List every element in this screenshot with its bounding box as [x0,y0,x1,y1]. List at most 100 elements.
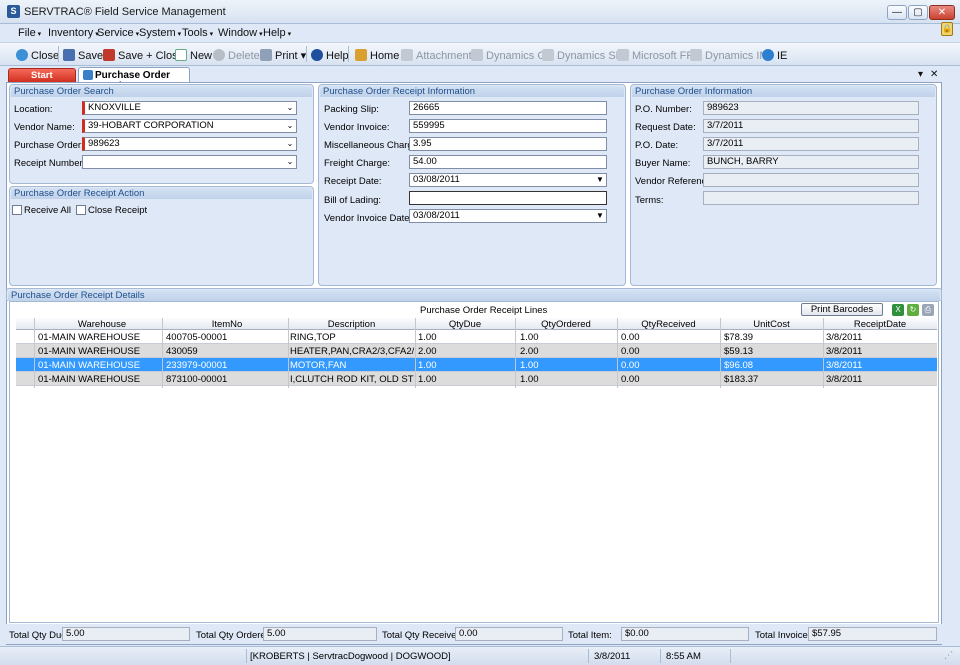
freight-charge-input[interactable]: 54.00 [409,155,607,169]
column-header-warehouse[interactable]: Warehouse [38,319,166,330]
tab-list-icon[interactable]: ▾ [918,69,923,80]
status-bar: [KROBERTS | ServtracDogwood | DOGWOOD] 3… [0,646,960,665]
total-qty-ordered-label: Total Qty Ordered: [196,630,274,641]
receipt-action-section: Purchase Order Receipt Action [9,186,314,286]
misc-charge-input[interactable]: 3.95 [409,137,607,151]
receipt-number-label: Receipt Number: [14,158,86,169]
minimize-button[interactable]: — [887,5,907,20]
column-header-itemno[interactable]: ItemNo [166,319,288,330]
resize-grip-icon[interactable]: ⋰ [944,650,954,661]
lock-icon[interactable]: 🔒 [941,22,953,36]
total-item-label: Total Item: [568,630,612,641]
grid-line [617,318,618,388]
cell-qtyordered: 2.00 [520,346,539,357]
chevron-down-icon[interactable]: ⌄ [284,156,296,168]
excel-export-icon[interactable]: X [892,304,904,316]
cell-itemno: 873100-00001 [166,374,228,385]
cell-qtyreceived: 0.00 [621,374,640,385]
microsoft-frx-button[interactable]: Microsoft FRX [617,49,702,62]
purchase-order-label: Purchase Order: [14,140,84,151]
misc-charge-label: Miscellaneous Charge: [324,140,421,151]
help-button[interactable]: Help [311,49,349,62]
print-button[interactable]: Print ▾ [260,49,306,62]
dynamics-im-button[interactable]: Dynamics IM [690,49,769,62]
column-header-qtyreceived[interactable]: QtyReceived [617,319,720,330]
printer-icon[interactable]: ⎙ [922,304,934,316]
dynamics-gp-button[interactable]: Dynamics GP [471,49,553,62]
column-header-qtydue[interactable]: QtyDue [415,319,515,330]
bill-of-lading-input[interactable] [409,191,607,205]
cell-warehouse: 01-MAIN WAREHOUSE [38,346,141,357]
attachments-button[interactable]: Attachments [401,49,477,62]
vendor-invoice-date-label: Vendor Invoice Date: [324,213,413,224]
refresh-icon[interactable]: ↻ [907,304,919,316]
table-row[interactable]: 01-MAIN WAREHOUSE 430059 HEATER,PAN,CRA2… [16,344,937,358]
cell-unitcost: $78.39 [724,332,754,343]
chevron-down-icon[interactable]: ⌄ [284,102,296,114]
cell-qtydue: 1.00 [418,332,437,343]
receive-all-checkbox[interactable] [12,205,22,215]
table-row-selected[interactable]: 01-MAIN WAREHOUSE 233979-00001 MOTOR,FAN… [16,358,937,372]
dynamics-im-icon [690,49,702,61]
purchase-order-select[interactable]: 989623 ⌄ [82,137,297,151]
close-receipt-checkbox[interactable] [76,205,86,215]
save-button[interactable]: Save [63,49,103,62]
grid-line [288,318,289,388]
close-window-button[interactable]: ✕ [929,5,955,20]
receipt-number-select[interactable]: ⌄ [82,155,297,169]
menu-window[interactable]: Window [218,27,263,39]
dynamics-sbf-icon [542,49,554,61]
location-select[interactable]: KNOXVILLE ⌄ [82,101,297,115]
chevron-down-icon[interactable]: ⌄ [284,120,296,132]
save-close-button[interactable]: Save + Close [103,49,184,62]
delete-button[interactable]: Delete [213,49,260,62]
close-receipt-label: Close Receipt [88,205,148,216]
toolbar-separator [306,46,307,62]
section-header: Purchase Order Search [11,86,312,97]
cell-qtyreceived: 0.00 [621,360,640,371]
menu-inventory[interactable]: Inventory [48,27,99,39]
tab-purchase-order-receipt[interactable]: Purchase Order Receipt [78,67,190,92]
receipt-date-picker[interactable]: 03/08/2011 ▼ [409,173,607,187]
column-header-description[interactable]: Description [288,319,415,330]
new-button[interactable]: New [175,49,212,62]
po-search-section: Purchase Order Search [9,84,314,184]
table-row[interactable]: 01-MAIN WAREHOUSE 873100-00001 I,CLUTCH … [16,372,937,386]
cell-description: I,CLUTCH ROD KIT, OLD STYLE [290,374,414,385]
vendor-name-select[interactable]: 39-HOBART CORPORATION ⌄ [82,119,297,133]
terms-field [703,191,919,205]
packing-slip-input[interactable]: 26665 [409,101,607,115]
dropdown-arrow-icon[interactable]: ▼ [594,210,606,222]
menu-service[interactable]: Service [97,27,139,39]
vendor-invoice-input[interactable]: 559995 [409,119,607,133]
close-tab-icon[interactable]: ✕ [930,69,938,80]
dropdown-arrow-icon[interactable]: ▼ [594,174,606,186]
receipt-date-label: Receipt Date: [324,176,382,187]
details-section: Purchase Order Receipt Details [6,288,942,301]
menu-tools[interactable]: Tools [182,27,213,39]
menu-help[interactable]: Help [263,27,291,39]
status-separator [730,649,731,663]
section-header: Purchase Order Information [632,86,935,97]
menu-file[interactable]: File [18,27,41,39]
home-button[interactable]: Home [355,49,399,62]
cell-receiptdate: 3/8/2011 [826,360,863,371]
tab-start-page[interactable]: Start Page [8,68,76,92]
menu-system[interactable]: System [139,27,181,39]
vendor-invoice-date-picker[interactable]: 03/08/2011 ▼ [409,209,607,223]
column-header-unitcost[interactable]: UnitCost [720,319,823,330]
po-number-label: P.O. Number: [635,104,692,115]
grid-line [34,318,35,388]
receive-all-label: Receive All [24,205,71,216]
status-date: 3/8/2011 [594,651,631,662]
close-button[interactable]: Close [16,49,59,62]
cell-unitcost: $183.37 [724,374,759,385]
ie-button[interactable]: IE [762,49,787,62]
column-header-qtyordered[interactable]: QtyOrdered [515,319,617,330]
cell-qtydue: 1.00 [418,360,437,371]
column-header-receiptdate[interactable]: ReceiptDate [823,319,937,330]
chevron-down-icon[interactable]: ⌄ [284,138,296,150]
table-row[interactable]: 01-MAIN WAREHOUSE 400705-00001 RING,TOP … [16,330,937,344]
restore-button[interactable]: ▢ [908,5,928,20]
print-barcodes-button[interactable]: Print Barcodes [801,303,883,316]
